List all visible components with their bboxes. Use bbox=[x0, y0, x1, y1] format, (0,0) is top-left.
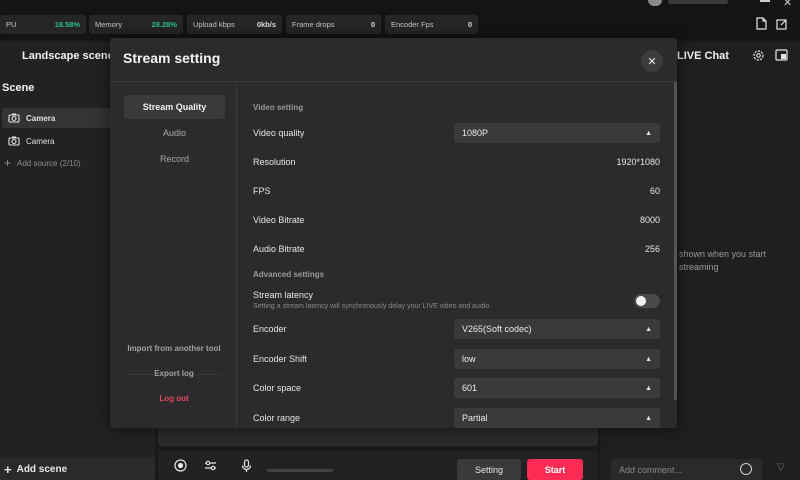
stat-value: 0 bbox=[370, 20, 375, 29]
logout-link[interactable]: Log out bbox=[120, 394, 228, 403]
stream-latency-label: Stream latency bbox=[253, 290, 314, 300]
add-scene-button[interactable]: + Add scene bbox=[0, 458, 155, 480]
microphone-icon[interactable] bbox=[241, 459, 252, 476]
stat-memory: Memory 28.28% bbox=[89, 15, 183, 34]
stream-setting-dialog: Stream setting ✕ Stream Quality Audio Re… bbox=[110, 38, 677, 428]
send-icon[interactable]: ▽ bbox=[777, 462, 785, 473]
audio-bitrate-value: 256 bbox=[644, 244, 660, 254]
section-title: Advanced settings bbox=[253, 270, 325, 279]
resolution-value: 1920*1080 bbox=[616, 157, 660, 167]
add-scene-label: Add scene bbox=[16, 463, 68, 475]
scrollbar[interactable] bbox=[674, 82, 677, 400]
settings-icon[interactable] bbox=[752, 49, 765, 65]
encoder-select[interactable]: V265(Soft codec) ▲ bbox=[454, 319, 660, 339]
camera-icon bbox=[8, 113, 20, 123]
scene-heading: Scene bbox=[2, 82, 35, 94]
stat-label: Frame drops bbox=[292, 20, 335, 29]
chat-empty-hint: shown when you start streaming bbox=[679, 249, 767, 272]
section-title: Video setting bbox=[253, 103, 304, 112]
caret-up-icon: ▲ bbox=[645, 325, 652, 333]
audio-bitrate-label: Audio Bitrate bbox=[253, 244, 305, 254]
video-bitrate-label: Video Bitrate bbox=[253, 215, 305, 225]
encoder-shift-select[interactable]: low ▲ bbox=[454, 349, 660, 369]
stat-value: 0 bbox=[467, 20, 472, 29]
color-space-select[interactable]: 601 ▲ bbox=[454, 378, 660, 398]
source-label: Camera bbox=[26, 136, 55, 146]
tab-record[interactable]: Record bbox=[124, 147, 225, 171]
select-value: low bbox=[462, 354, 476, 364]
select-value: 1080P bbox=[462, 128, 489, 138]
chat-title: LIVE Chat bbox=[677, 50, 729, 62]
record-icon[interactable] bbox=[174, 459, 187, 475]
video-bitrate-value: 8000 bbox=[639, 215, 660, 225]
stat-label: Memory bbox=[95, 20, 123, 29]
caret-up-icon: ▲ bbox=[645, 129, 652, 137]
comment-placeholder: Add comment... bbox=[619, 464, 683, 475]
encoder-shift-label: Encoder Shift bbox=[253, 354, 308, 364]
add-source-button[interactable]: + Add source (2/10) bbox=[4, 156, 81, 170]
stream-quality-settings: Video setting Video quality 1080P ▲ Reso… bbox=[238, 82, 675, 428]
color-range-label: Color range bbox=[253, 413, 301, 423]
add-source-label: Add source (2/10) bbox=[17, 158, 81, 168]
control-bar: Setting Start bbox=[158, 451, 598, 480]
popout-icon[interactable] bbox=[775, 49, 788, 64]
stat-label: Upload kbps bbox=[193, 20, 235, 29]
preview-footer bbox=[158, 428, 598, 446]
tab-stream-quality[interactable]: Stream Quality bbox=[124, 95, 225, 119]
fps-label: FPS bbox=[253, 186, 271, 196]
color-range-select[interactable]: Partial ▲ bbox=[454, 408, 660, 428]
plus-icon: + bbox=[4, 461, 12, 477]
dialog-title: Stream setting bbox=[123, 50, 221, 66]
fps-value: 60 bbox=[649, 186, 660, 196]
camera-icon bbox=[8, 136, 20, 146]
stats-bar: PU 18.58% Memory 28.28% Upload kbps 0kb/… bbox=[0, 0, 800, 40]
stat-value: 0kb/s bbox=[256, 20, 276, 29]
color-space-label: Color space bbox=[253, 383, 302, 393]
document-icon[interactable] bbox=[754, 16, 768, 31]
account-name[interactable] bbox=[668, 0, 728, 4]
minimize-icon[interactable] bbox=[760, 0, 770, 2]
avatar[interactable] bbox=[648, 0, 662, 6]
tab-audio[interactable]: Audio bbox=[124, 121, 225, 145]
stat-value: 18.58% bbox=[54, 20, 80, 29]
toggle-knob bbox=[636, 296, 646, 306]
video-quality-label: Video quality bbox=[253, 128, 305, 138]
start-live-button[interactable]: Start bbox=[527, 459, 583, 480]
close-icon[interactable]: ✕ bbox=[641, 50, 663, 72]
select-value: 601 bbox=[462, 383, 478, 393]
select-value: V265(Soft codec) bbox=[462, 324, 532, 334]
stat-upload: Upload kbps 0kb/s bbox=[187, 15, 282, 34]
comment-input[interactable]: Add comment... bbox=[611, 459, 762, 480]
mic-volume-slider[interactable] bbox=[267, 469, 333, 472]
caret-up-icon: ▲ bbox=[645, 355, 652, 363]
import-link[interactable]: Import from another tool bbox=[120, 344, 228, 353]
resolution-label: Resolution bbox=[253, 157, 296, 167]
stat-label: Encoder Fps bbox=[391, 20, 434, 29]
caret-up-icon: ▲ bbox=[645, 414, 652, 422]
source-label: Camera bbox=[26, 113, 56, 123]
encoder-label: Encoder bbox=[253, 324, 287, 334]
stream-latency-toggle[interactable] bbox=[634, 294, 660, 308]
window-close-icon[interactable]: ✕ bbox=[783, 0, 792, 9]
settings-nav: Stream Quality Audio Record Import from … bbox=[110, 82, 237, 428]
video-quality-select[interactable]: 1080P ▲ bbox=[454, 123, 660, 143]
stat-cpu: PU 18.58% bbox=[0, 15, 86, 34]
edit-icon[interactable] bbox=[775, 16, 789, 31]
stat-encoder-fps: Encoder Fps 0 bbox=[385, 15, 478, 34]
stream-latency-description: Setting a stream latency will synchronou… bbox=[253, 303, 490, 310]
stat-value: 28.28% bbox=[151, 20, 177, 29]
select-value: Partial bbox=[462, 413, 488, 423]
emoji-icon[interactable] bbox=[740, 463, 752, 475]
stat-frame-drops: Frame drops 0 bbox=[286, 15, 381, 34]
plus-icon: + bbox=[4, 156, 12, 170]
stat-label: PU bbox=[6, 20, 17, 29]
setting-button[interactable]: Setting bbox=[457, 459, 521, 480]
caret-up-icon: ▲ bbox=[645, 384, 652, 392]
export-log-link[interactable]: Export log bbox=[120, 369, 228, 378]
sliders-icon[interactable] bbox=[204, 459, 217, 475]
